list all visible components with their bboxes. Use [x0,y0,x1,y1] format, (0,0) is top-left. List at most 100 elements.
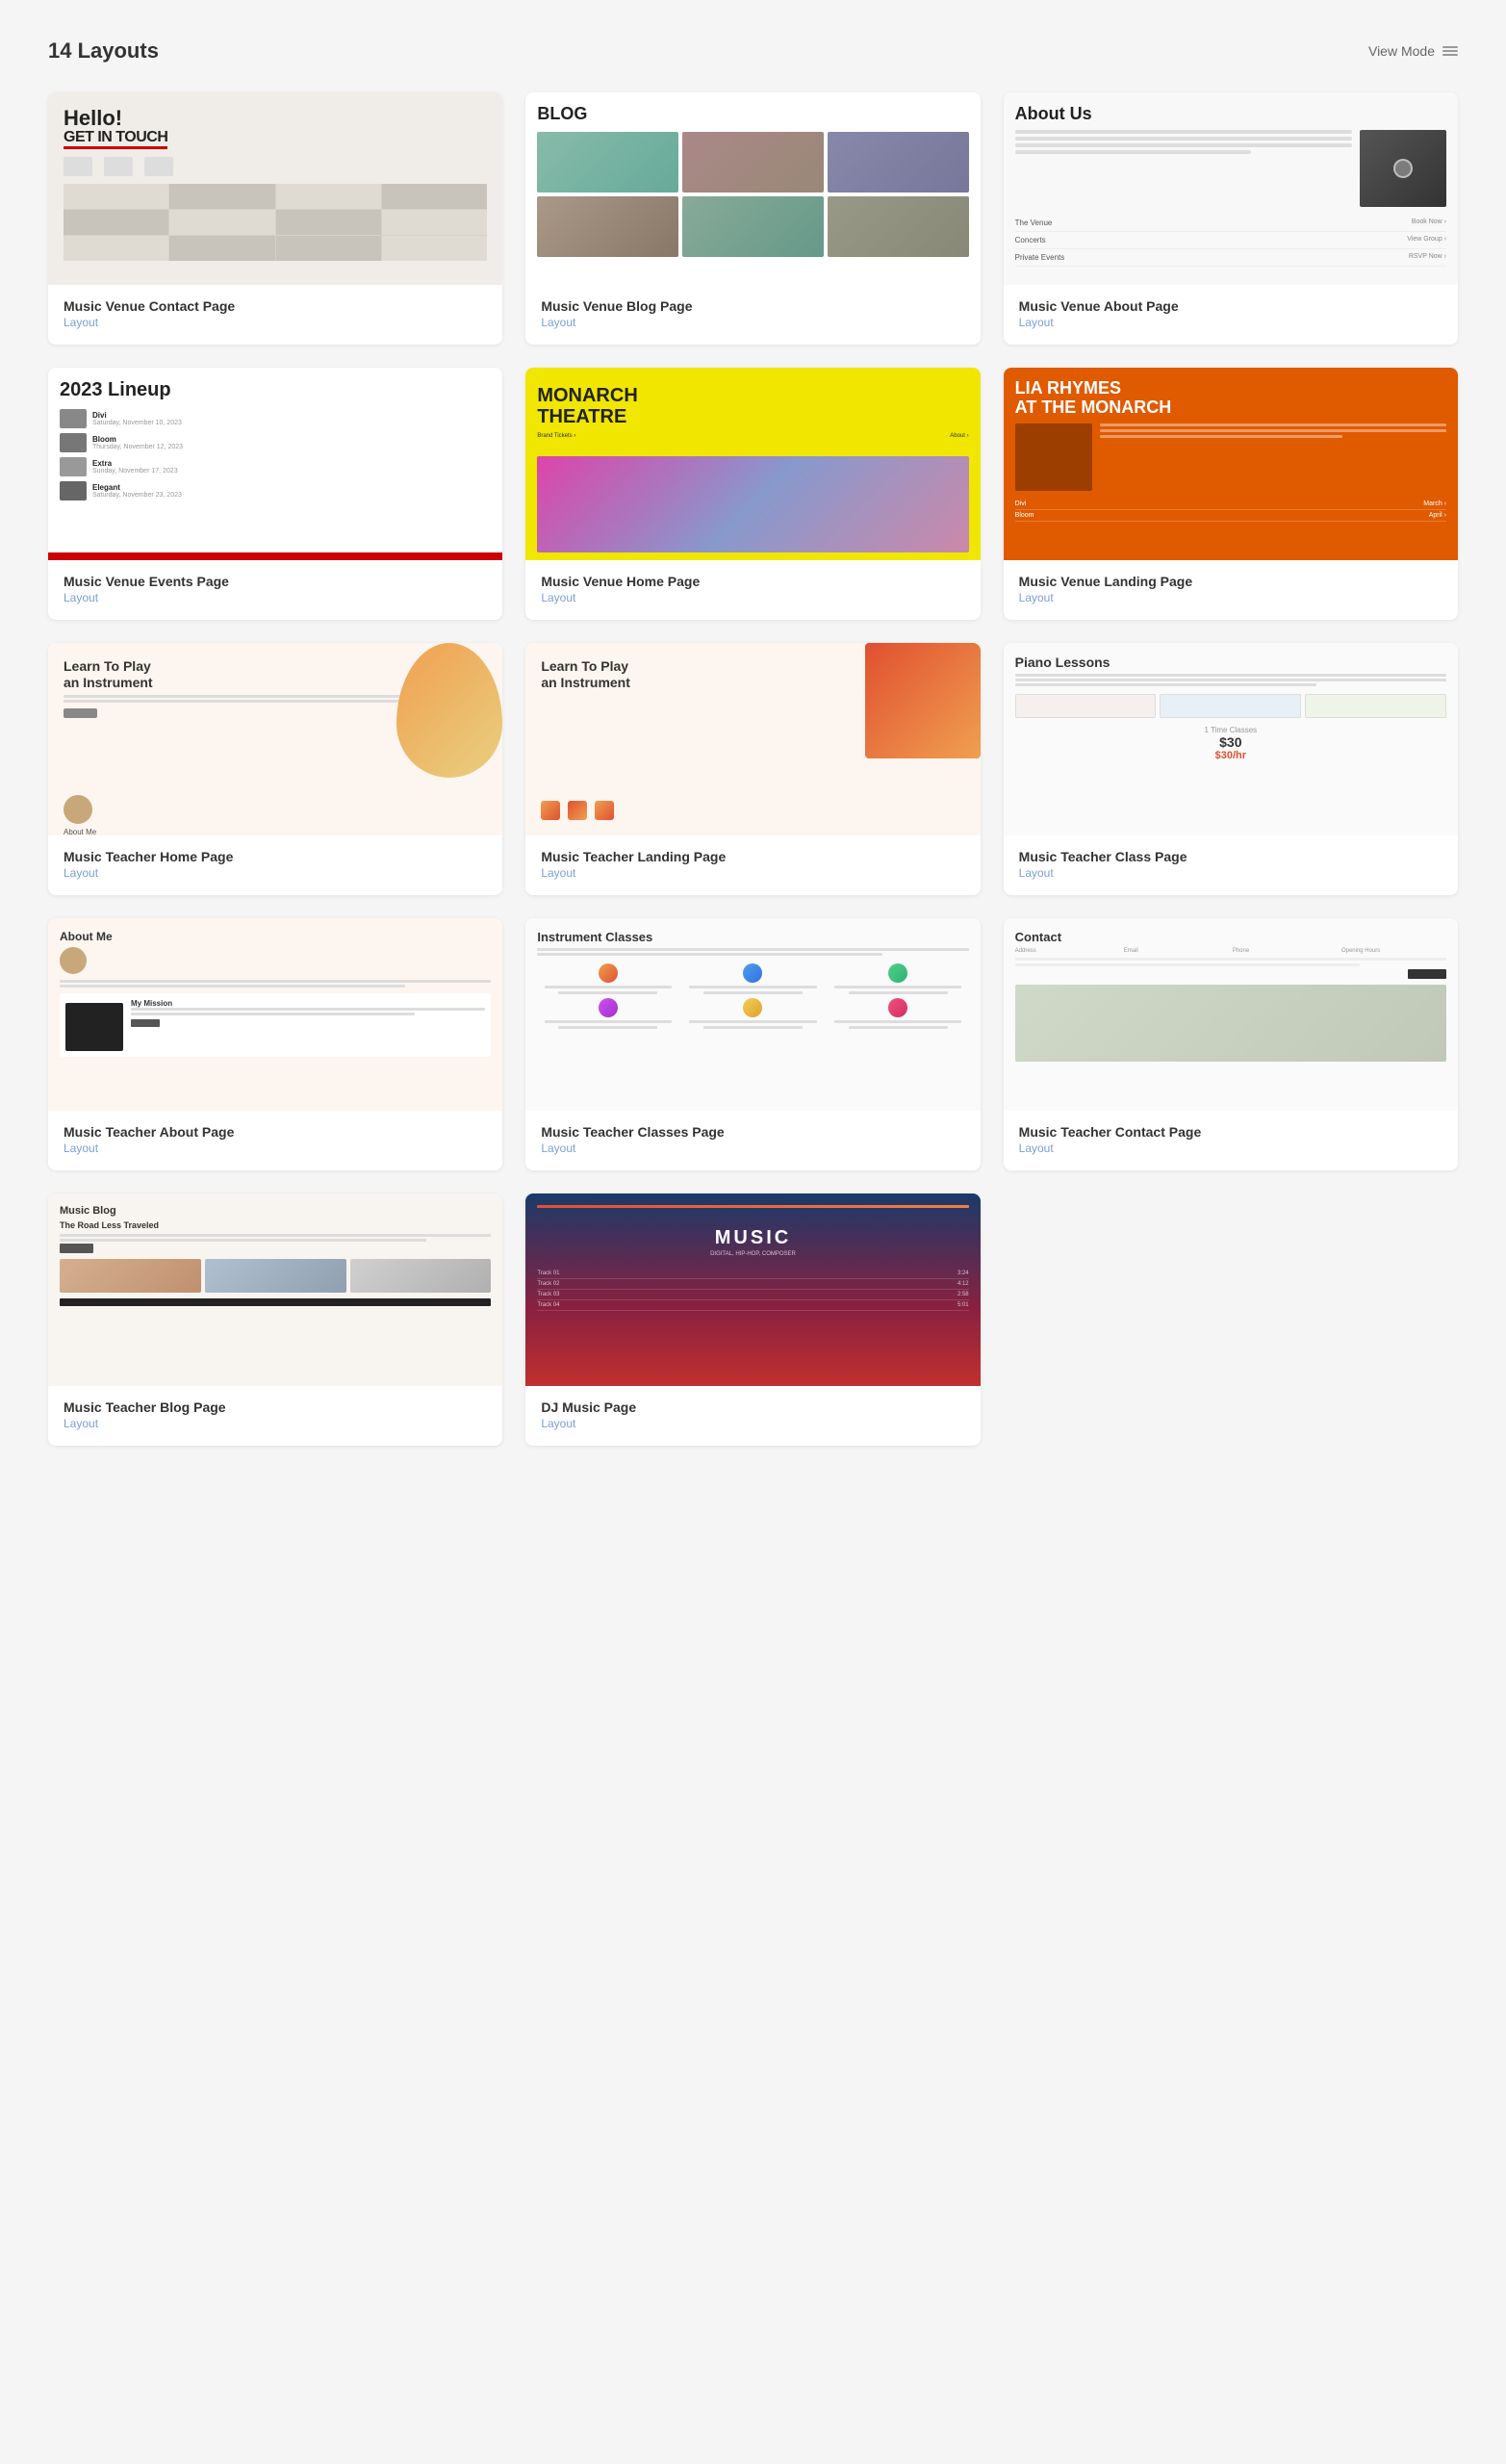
card-preview: Contact Address Email Phone Opening Hour… [1004,918,1458,1111]
card-music-venue-contact[interactable]: Hello! GET IN TOUCH [48,92,502,345]
teacher-about-preview: About Me My Mission [48,918,502,1111]
dj-row-value: 5:01 [957,1302,969,1308]
home-nav: Brand Tickets › About › [537,433,968,439]
tb-title: Music Blog [60,1205,491,1217]
card-name: Music Teacher Landing Page [541,849,964,864]
card-music-teacher-classes[interactable]: Instrument Classes [525,918,980,1170]
card-music-teacher-contact[interactable]: Contact Address Email Phone Opening Hour… [1004,918,1458,1170]
card-music-venue-blog[interactable]: BLOG Music Venue Blog Page Layout [525,92,980,345]
landing-row-value: March › [1423,500,1446,507]
dj-lines: Track 01 3:24 Track 02 4:12 Track 03 2:5… [537,1269,968,1311]
card-type: Layout [1019,316,1442,329]
dj-row-label: Track 01 [537,1270,559,1276]
card-music-teacher-blog[interactable]: Music Blog The Road Less Traveled Music … [48,1194,502,1446]
card-dj-music[interactable]: MUSIC DIGITAL, HIP-HOP, COMPOSER Track 0… [525,1194,980,1446]
card-info: Music Venue Blog Page Layout [525,285,980,345]
map-cell [64,236,168,261]
dj-accent [537,1205,968,1208]
card-name: Music Venue Events Page [64,574,487,589]
tc-box [1160,694,1301,718]
card-name: Music Teacher Classes Page [541,1124,964,1140]
card-music-teacher-home[interactable]: Learn To Playan Instrument About Me Musi… [48,643,502,895]
row-item: Private Events RSVP Now › [1015,249,1446,267]
tl-icon [541,801,560,820]
preview-blog-grid [537,132,968,257]
card-preview: MUSIC DIGITAL, HIP-HOP, COMPOSER Track 0… [525,1194,980,1386]
teacher-class-preview: Piano Lessons 1 Time Classes $30 [1004,643,1458,835]
teacher-contact-preview: Contact Address Email Phone Opening Hour… [1004,918,1458,1111]
tc-price: 1 Time Classes $30 $30/hr [1015,726,1446,761]
dj-sub: DIGITAL, HIP-HOP, COMPOSER [537,1251,968,1257]
dj-row-label: Track 03 [537,1292,559,1297]
event-details: Elegant Saturday, November 23, 2023 [92,483,491,499]
ta-mission-title: My Mission [131,999,485,1008]
tc-text-lines [1015,674,1446,686]
tcs-text [558,1026,657,1029]
event-details: Extra Sunday, November 17, 2023 [92,459,491,475]
card-music-venue-home[interactable]: MONARCHTHEATRE Brand Tickets › About › M… [525,368,980,620]
tcs-text [689,1020,816,1023]
card-type: Layout [541,591,964,604]
tc2-col: Opening Hours [1341,948,1446,954]
tcs-text [703,991,803,994]
card-info: Music Venue About Page Layout [1004,285,1458,345]
card-music-teacher-about[interactable]: About Me My Mission [48,918,502,1170]
view-mode-toggle[interactable]: View Mode [1368,43,1458,59]
ta-avatar [60,947,87,974]
map-cell [169,184,274,209]
card-preview: Music Blog The Road Less Traveled [48,1194,502,1386]
contact-preview: Hello! GET IN TOUCH [48,92,502,285]
card-info: Music Teacher Blog Page Layout [48,1386,502,1446]
landing-rows: Divi March › Bloom April › [1015,499,1446,522]
card-info: Music Teacher Home Page Layout [48,835,502,895]
card-preview: LIA RHYMESAT THE MONARCH Divi March › [1004,368,1458,560]
preview-about-title: About Us [1015,104,1446,124]
tcs-item [828,998,969,1029]
map-grid [64,184,487,261]
card-type: Layout [1019,866,1442,880]
event-name: Extra [92,459,491,468]
card-music-venue-events[interactable]: 2023 Lineup Divi Saturday, November 10, … [48,368,502,620]
ta-line [60,980,491,983]
card-music-venue-landing[interactable]: LIA RHYMESAT THE MONARCH Divi March › [1004,368,1458,620]
map-cell [64,210,168,235]
preview-getintouch: GET IN TOUCH [64,129,167,149]
blog-img-2 [682,132,824,192]
card-type: Layout [541,1417,964,1430]
tcs-item [537,998,678,1029]
card-music-teacher-landing[interactable]: Learn To Playan Instrument Music Teacher… [525,643,980,895]
blog-preview: BLOG [525,92,980,285]
card-music-teacher-class[interactable]: Piano Lessons 1 Time Classes $30 [1004,643,1458,895]
text-line [1015,137,1352,141]
event-row: Divi Saturday, November 10, 2023 [60,409,491,428]
blog-img-6 [828,196,969,257]
event-thumb [60,481,87,500]
tc2-btn [1408,969,1446,979]
home-preview: MONARCHTHEATRE Brand Tickets › About › [525,368,980,560]
dj-line-row: Track 02 4:12 [537,1279,968,1290]
card-music-venue-about[interactable]: About Us The [1004,92,1458,345]
tcs-text [689,986,816,988]
tcs-item [537,963,678,994]
event-name: Divi [92,411,491,420]
card-preview: MONARCHTHEATRE Brand Tickets › About › [525,368,980,560]
event-row: Bloom Thursday, November 12, 2023 [60,433,491,452]
preview-blog-title: BLOG [537,104,968,124]
tb-line [60,1234,491,1237]
dj-row-value: 2:58 [957,1292,969,1297]
map-cell [169,236,274,261]
landing-text [1100,424,1446,491]
tb-footer [60,1298,491,1306]
about-preview: About Us The [1004,92,1458,285]
event-details: Bloom Thursday, November 12, 2023 [92,435,491,450]
tc2-col: Phone [1233,948,1338,954]
card-info: Music Teacher Classes Page Layout [525,1111,980,1170]
row-link: View Group › [1407,236,1446,244]
tcs-text [849,1026,948,1029]
card-name: Music Venue Landing Page [1019,574,1442,589]
tb-btn [60,1244,93,1253]
dj-preview: MUSIC DIGITAL, HIP-HOP, COMPOSER Track 0… [525,1194,980,1386]
tcs-text [545,986,672,988]
landing-row: Divi March › [1015,499,1446,510]
teacher-landing-preview: Learn To Playan Instrument [525,643,980,835]
